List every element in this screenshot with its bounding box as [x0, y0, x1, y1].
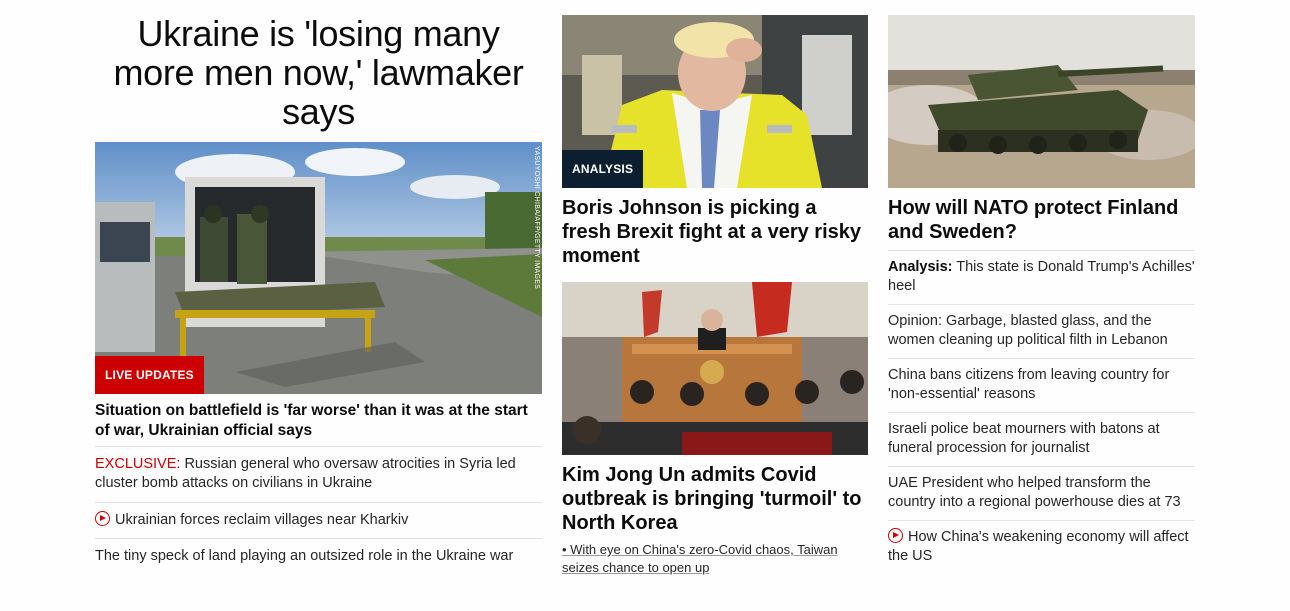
exclusive-kicker: EXCLUSIVE:	[95, 456, 181, 472]
photo-credit: YASUYOSHI CHIBA/AFP/GETTY IMAGES	[533, 146, 540, 290]
list-item-text: The tiny speck of land playing an outsiz…	[95, 548, 514, 564]
list-item[interactable]: Analysis: This state is Donald Trump's A…	[888, 250, 1195, 304]
boris-story-title[interactable]: Boris Johnson is picking a fresh Brexit …	[562, 196, 868, 268]
main-headline[interactable]: Ukraine is 'losing many more men now,' l…	[95, 14, 542, 131]
list-item[interactable]: Israeli police beat mourners with batons…	[888, 412, 1195, 466]
analysis-tag[interactable]: ANALYSIS	[562, 150, 644, 188]
list-item[interactable]: How China's weakening economy will affec…	[888, 520, 1195, 574]
nato-story-title[interactable]: How will NATO protect Finland and Sweden…	[888, 196, 1195, 244]
tank-photo	[888, 15, 1195, 188]
battlefield-story-title[interactable]: Situation on battlefield is 'far worse' …	[95, 401, 542, 441]
kim-photo	[562, 282, 868, 455]
list-item-text: China bans citizens from leaving country…	[888, 367, 1170, 402]
taiwan-story-link[interactable]: • With eye on China's zero-Covid chaos, …	[562, 541, 868, 577]
list-item-text: How China's weakening economy will affec…	[888, 529, 1189, 564]
list-item[interactable]: Opinion: Garbage, blasted glass, and the…	[888, 304, 1195, 358]
list-item-text: UAE President who helped transform the c…	[888, 475, 1181, 510]
list-item[interactable]: UAE President who helped transform the c…	[888, 466, 1195, 520]
list-item-text: Ukrainian forces reclaim villages near K…	[115, 512, 409, 528]
analysis-kicker: Analysis:	[888, 259, 953, 275]
left-story-list: EXCLUSIVE: Russian general who oversaw a…	[95, 446, 542, 574]
list-item[interactable]: EXCLUSIVE: Russian general who oversaw a…	[95, 446, 542, 502]
right-story-list: Analysis: This state is Donald Trump's A…	[888, 250, 1195, 574]
kim-jong-un-image[interactable]	[562, 282, 868, 455]
list-item[interactable]: China bans citizens from leaving country…	[888, 358, 1195, 412]
kim-story-title[interactable]: Kim Jong Un admits Covid outbreak is bri…	[562, 463, 868, 535]
tank-image[interactable]	[888, 15, 1195, 188]
play-icon	[95, 511, 110, 526]
list-item-text: Israeli police beat mourners with batons…	[888, 421, 1160, 456]
live-updates-tag[interactable]: LIVE UPDATES	[95, 356, 204, 394]
ukraine-ambulance-image[interactable]: YASUYOSHI CHIBA/AFP/GETTY IMAGES LIVE UP…	[95, 142, 542, 394]
list-item-text: Opinion: Garbage, blasted glass, and the…	[888, 313, 1168, 348]
list-item[interactable]: Ukrainian forces reclaim villages near K…	[95, 502, 542, 538]
list-item[interactable]: The tiny speck of land playing an outsiz…	[95, 538, 542, 574]
play-icon	[888, 528, 903, 543]
boris-johnson-image[interactable]: ANALYSIS	[562, 15, 868, 188]
